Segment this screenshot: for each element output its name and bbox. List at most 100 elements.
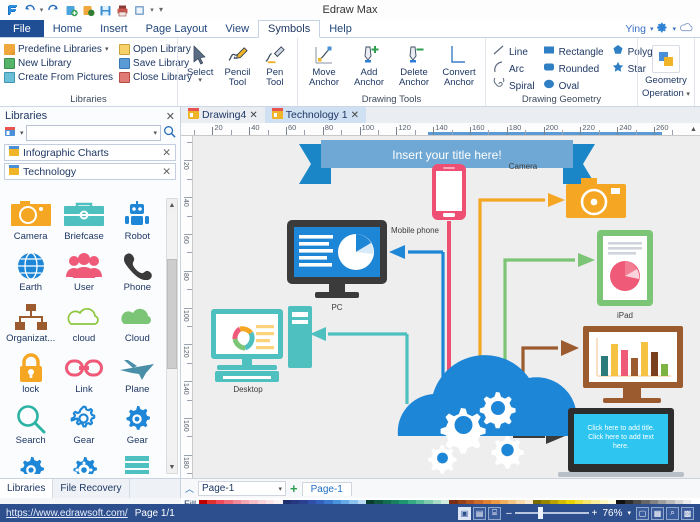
chevron-down-icon[interactable]: ▾ <box>153 129 157 137</box>
node-laptop[interactable]: Click here to add title. Click here to a… <box>558 408 684 477</box>
export-icon[interactable] <box>132 3 146 17</box>
document-tab-drawing4[interactable]: Drawing4 ✕ <box>181 107 265 123</box>
node-ipad[interactable]: iPad <box>597 230 653 320</box>
add-page-button[interactable]: + <box>290 481 298 496</box>
shape-robot[interactable]: Robot <box>111 198 164 249</box>
chevron-up-icon[interactable]: ︿ <box>185 482 194 495</box>
menu-item-insert[interactable]: Insert <box>91 20 137 37</box>
edrawsoft-link[interactable]: https://www.edrawsoft.com/ <box>6 508 128 519</box>
library-type-dropdown-icon[interactable]: ▾ <box>20 129 24 137</box>
menu-item-home[interactable]: Home <box>44 20 91 37</box>
shape-gear-solid[interactable]: Gear <box>111 402 164 453</box>
customize-qat-icon[interactable]: ▾ <box>158 3 164 17</box>
zoom-select-icon[interactable]: ⌕ <box>666 507 679 520</box>
move-anchor-button[interactable]: Move Anchor <box>302 42 346 88</box>
document-tab-technology-1[interactable]: Technology 1 ✕ <box>265 107 366 123</box>
edraw-logo-icon[interactable] <box>5 3 19 17</box>
qat-more-icon[interactable]: ▾ <box>149 3 155 17</box>
shape-search[interactable]: Search <box>4 402 57 453</box>
ruler-unit-icon[interactable]: ▲ <box>688 124 699 135</box>
menu-item-file[interactable]: File <box>0 20 44 37</box>
fit-page-icon[interactable]: ▢ <box>636 507 649 520</box>
shape-camera[interactable]: Camera <box>4 198 57 249</box>
close-icon[interactable]: ✕ <box>166 110 175 123</box>
node-cloud-gears[interactable] <box>398 355 577 474</box>
shape-list-scrollbar[interactable]: ▲ ▼ <box>166 198 178 474</box>
close-icon[interactable]: ✕ <box>162 147 171 159</box>
delete-anchor-button[interactable]: Delete Anchor <box>392 42 436 88</box>
node-desktop[interactable]: Desktop <box>211 306 312 394</box>
shape-gear-outline[interactable]: Gear <box>57 402 110 453</box>
list-view-icon[interactable]: ▤ <box>473 507 486 520</box>
print-icon[interactable] <box>115 3 129 17</box>
geometry-operation-button[interactable]: Geometry Operation ▾ <box>642 41 690 100</box>
shape-organization[interactable]: Organizat... <box>4 300 57 351</box>
node-mobile-phone[interactable]: Mobile phone <box>391 164 466 235</box>
pen-tool-button[interactable]: Pen Tool <box>257 42 293 88</box>
search-input[interactable] <box>30 128 154 139</box>
close-icon[interactable]: ✕ <box>249 110 257 121</box>
shape-gear-solid-2[interactable]: Gear <box>4 453 57 474</box>
gear-icon[interactable] <box>657 22 668 36</box>
geometry-rounded-button[interactable]: Rounded <box>543 61 604 77</box>
undo-icon[interactable] <box>22 3 36 17</box>
minus-icon[interactable]: – <box>506 508 512 519</box>
chevron-down-icon[interactable]: ▾ <box>105 43 109 56</box>
library-group-technology[interactable]: Technology ✕ <box>4 163 176 180</box>
chevron-down-icon[interactable]: ▾ <box>279 485 283 493</box>
page-view-icon[interactable]: ▣ <box>458 507 471 520</box>
menu-item-view[interactable]: View <box>216 20 258 37</box>
panel-tab-libraries[interactable]: Libraries <box>0 479 53 498</box>
menu-item-help[interactable]: Help <box>320 20 361 37</box>
search-icon[interactable] <box>163 125 176 141</box>
scrollbar-thumb[interactable] <box>167 259 177 369</box>
library-group-infographic-charts[interactable]: Infographic Charts ✕ <box>4 144 176 161</box>
geometry-oval-button[interactable]: Oval <box>543 78 604 94</box>
cloud-icon[interactable] <box>680 22 693 35</box>
shape-earth[interactable]: Earth <box>4 249 57 300</box>
shape-phone[interactable]: Phone <box>111 249 164 300</box>
new-library-button[interactable]: New Library <box>4 57 113 70</box>
zoom-knob[interactable] <box>538 507 543 519</box>
geometry-arc-button[interactable]: Arc <box>493 61 535 77</box>
zoom-slider[interactable]: – + <box>506 508 597 519</box>
page-tab-page-1[interactable]: Page-1 <box>302 482 352 496</box>
chevron-down-icon[interactable]: ▼ <box>167 461 177 473</box>
chevron-down-icon[interactable]: ▾ <box>627 509 631 517</box>
shape-lock[interactable]: lock <box>4 351 57 402</box>
plus-icon[interactable]: + <box>592 508 598 519</box>
close-icon[interactable]: ✕ <box>162 166 171 178</box>
create-from-pictures-button[interactable]: Create From Pictures <box>4 71 113 84</box>
add-anchor-button[interactable]: Add Anchor <box>347 42 391 88</box>
search-input-wrap[interactable]: ▾ <box>26 125 161 141</box>
account-user-label[interactable]: Ying <box>625 23 646 35</box>
chevron-up-icon[interactable]: ▲ <box>167 199 177 211</box>
view-mode-buttons[interactable]: ▣ ▤ ⌸ <box>458 507 501 520</box>
geometry-rectangle-button[interactable]: Rectangle <box>543 44 604 60</box>
select-tool-button[interactable]: Select ▾ <box>182 42 218 84</box>
settings-dropdown-icon[interactable]: ▾ <box>672 25 676 33</box>
pencil-tool-button[interactable]: Pencil Tool <box>219 42 255 88</box>
zoom-track[interactable] <box>515 512 589 514</box>
node-tv[interactable]: TV <box>583 326 683 418</box>
quick-access-toolbar[interactable]: ▾ ▾ ▾ <box>0 3 164 17</box>
node-pc[interactable]: PC <box>287 220 387 312</box>
open-recent-icon[interactable] <box>81 3 95 17</box>
close-icon[interactable]: ✕ <box>351 110 359 121</box>
predefine-libraries-button[interactable]: Predefine Libraries ▾ <box>4 43 113 56</box>
grid-icon[interactable]: ▩ <box>681 507 694 520</box>
library-type-icon[interactable] <box>4 125 18 141</box>
chevron-down-icon[interactable]: ▾ <box>686 91 690 98</box>
shape-link[interactable]: Link <box>57 351 110 402</box>
save-as-icon[interactable] <box>64 3 78 17</box>
menu-item-symbols[interactable]: Symbols <box>258 20 320 38</box>
shape-user[interactable]: User <box>57 249 110 300</box>
geometry-line-button[interactable]: Line <box>493 44 535 60</box>
fit-buttons[interactable]: ▢ ▦ ⌕ ▩ <box>636 507 694 520</box>
shape-briefcase[interactable]: Briefcase <box>57 198 110 249</box>
undo-dropdown-icon[interactable]: ▾ <box>39 3 44 17</box>
drawing-canvas[interactable]: Insert your title here! <box>193 136 700 478</box>
horizontal-ruler[interactable]: 20406080100120140160180200220240260▲ <box>181 123 700 136</box>
page-selector[interactable]: Page-1 ▾ <box>198 481 286 496</box>
shape-server[interactable] <box>111 453 164 474</box>
